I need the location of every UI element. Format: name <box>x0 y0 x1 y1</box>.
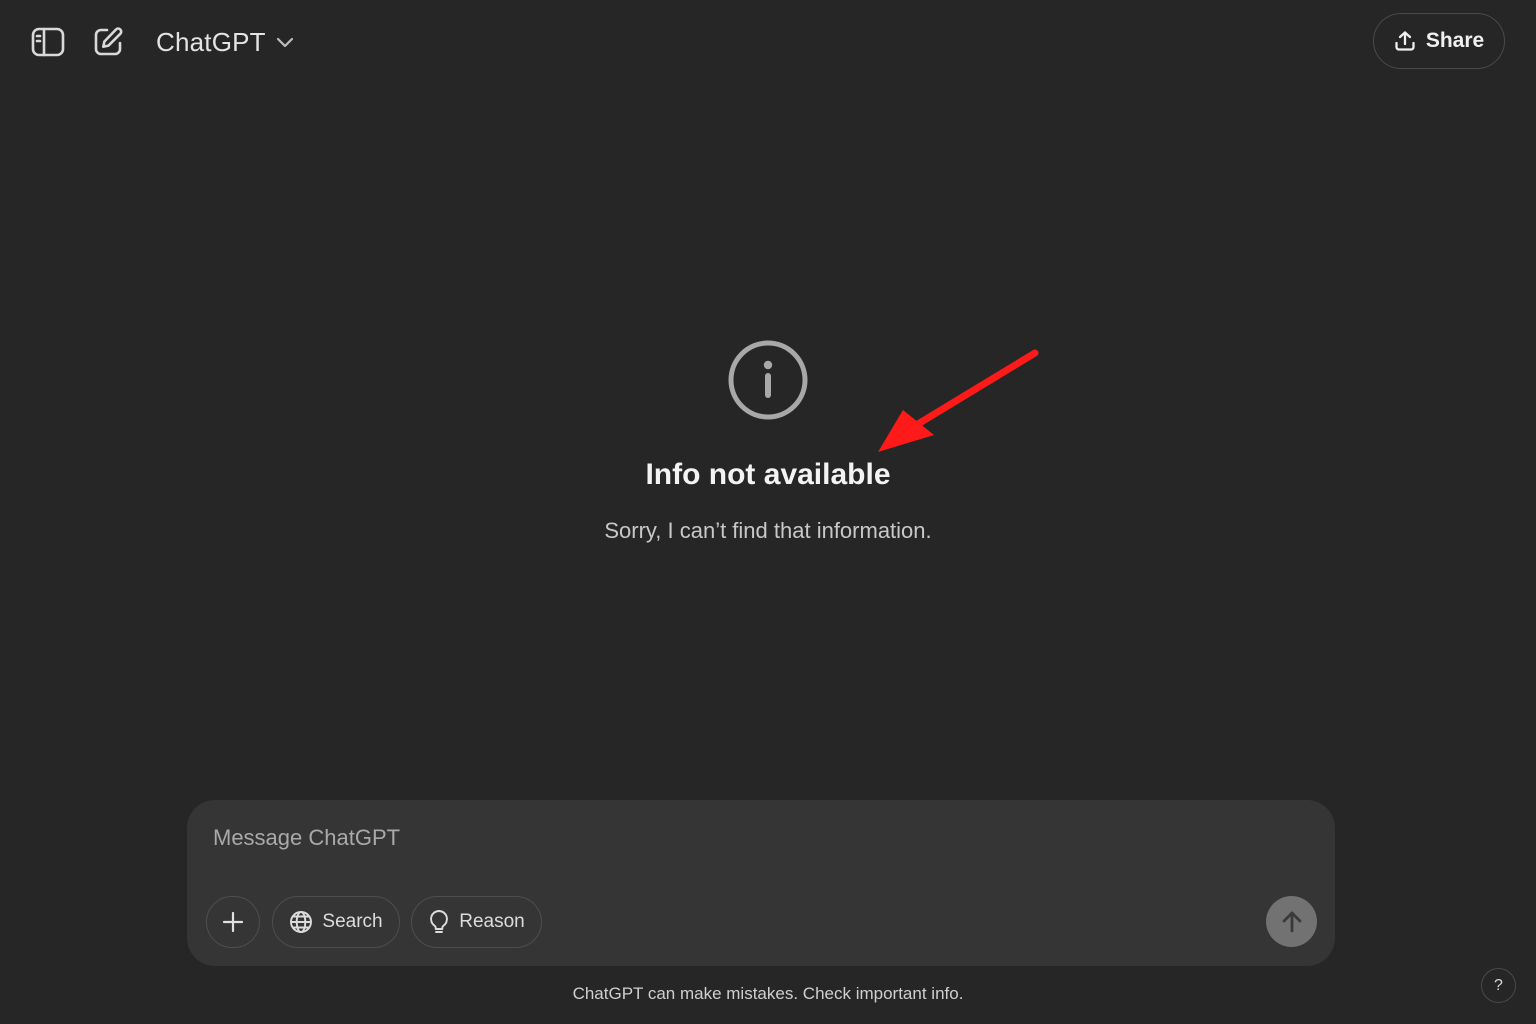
disclaimer-text: ChatGPT can make mistakes. Check importa… <box>572 984 964 1003</box>
share-label: Share <box>1425 29 1485 52</box>
arrow-up-icon <box>1282 911 1301 932</box>
chevron-down-icon <box>276 37 293 48</box>
reason-label: Reason <box>459 911 525 932</box>
model-selector[interactable]: ChatGPT <box>156 22 294 62</box>
empty-state-title: Info not available <box>645 458 891 491</box>
reason-button[interactable]: Reason <box>411 896 542 948</box>
plus-icon <box>222 911 244 933</box>
model-name: ChatGPT <box>156 26 266 57</box>
share-button[interactable]: Share <box>1373 13 1505 69</box>
attach-button[interactable] <box>206 896 260 948</box>
send-button[interactable] <box>1266 896 1317 947</box>
red-arrow-icon <box>878 349 1039 452</box>
search-label: Search <box>322 911 383 932</box>
sidebar-icon <box>31 27 65 57</box>
sidebar-toggle-button[interactable] <box>26 20 70 64</box>
new-chat-button[interactable] <box>86 20 130 64</box>
chatgpt-window: ChatGPT Share Info not available Sorry, … <box>0 0 1536 1024</box>
info-circle-icon <box>728 340 808 420</box>
globe-icon <box>290 911 313 933</box>
search-button[interactable]: Search <box>272 896 400 948</box>
message-input[interactable] <box>213 818 1273 858</box>
help-button[interactable]: ? <box>1481 968 1516 1003</box>
empty-state-subtitle: Sorry, I can’t find that information. <box>604 518 932 543</box>
lightbulb-icon <box>430 910 449 933</box>
share-upload-icon <box>1395 31 1415 51</box>
message-composer: Search Reason <box>187 800 1335 966</box>
compose-icon <box>94 27 123 56</box>
